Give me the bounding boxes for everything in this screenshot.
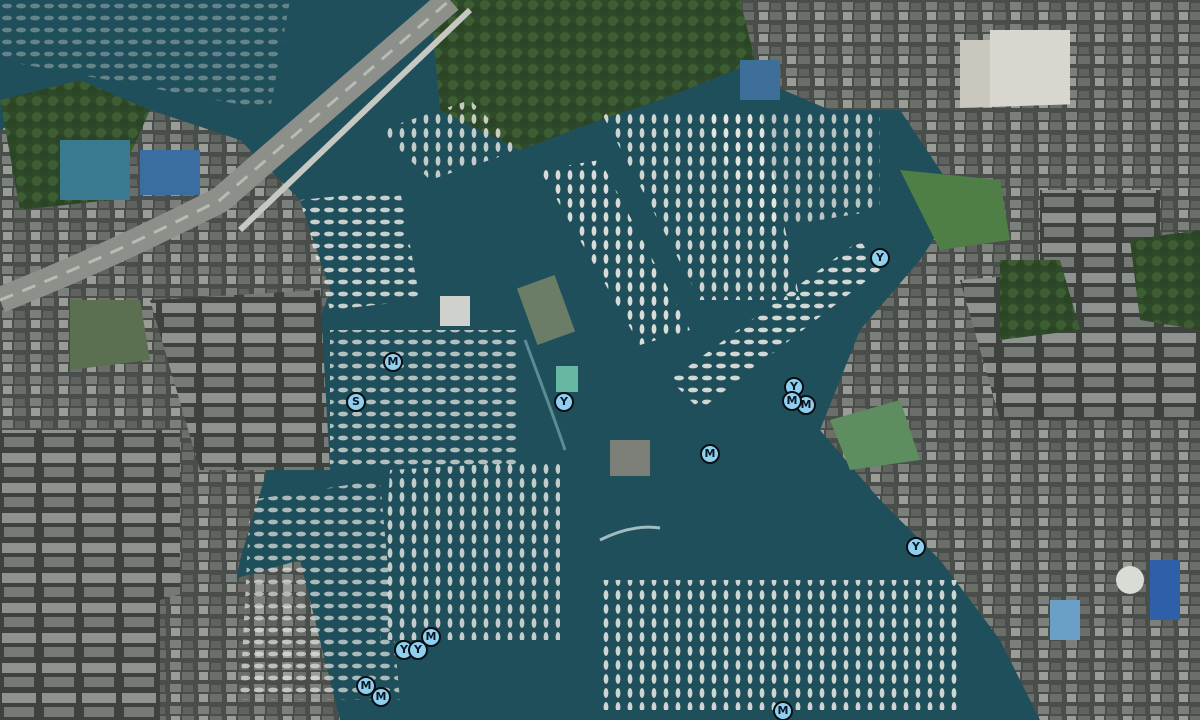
harbour-satellite-image — [0, 0, 1200, 720]
yacht-marker[interactable]: Y — [554, 392, 574, 412]
satellite-map[interactable]: MSYMYYMMYYYMMMM — [0, 0, 1200, 720]
mooring-marker[interactable]: M — [782, 391, 802, 411]
yacht-marker[interactable]: Y — [906, 537, 926, 557]
mooring-marker[interactable]: M — [773, 701, 793, 720]
slipway-marker[interactable]: S — [346, 392, 366, 412]
yacht-marker[interactable]: Y — [870, 248, 890, 268]
mooring-marker[interactable]: M — [421, 627, 441, 647]
mooring-marker[interactable]: M — [371, 687, 391, 707]
mooring-marker[interactable]: M — [700, 444, 720, 464]
mooring-marker[interactable]: M — [383, 352, 403, 372]
